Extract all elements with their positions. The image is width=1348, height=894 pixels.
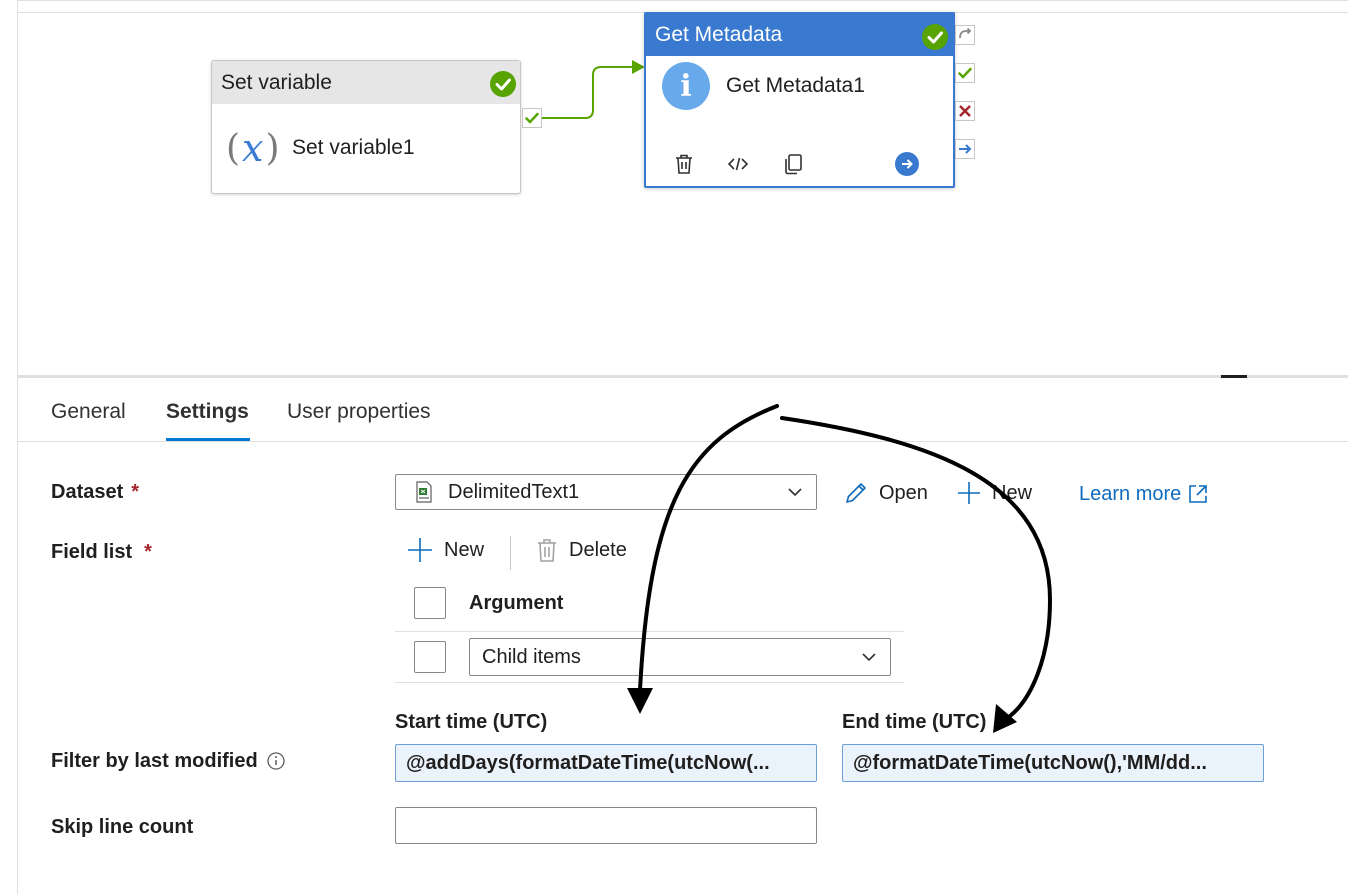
activity-name: Set variable1 <box>292 136 415 159</box>
open-label: Open <box>879 481 928 504</box>
check-icon <box>958 67 972 79</box>
skip-line-count-label: Skip line count <box>51 815 194 838</box>
set-variable-activity[interactable]: Set variable (x) Set variable1 <box>211 60 521 194</box>
filter-last-modified-label: Filter by last modified <box>51 748 286 774</box>
external-link-icon <box>1189 485 1208 503</box>
end-time-label: End time (UTC) <box>842 711 987 733</box>
success-check-icon <box>922 24 948 50</box>
tab-user-properties[interactable]: User properties <box>287 400 431 424</box>
argument-dropdown[interactable]: Child items <box>469 638 891 676</box>
new-label: New <box>992 481 1033 504</box>
select-all-checkbox[interactable] <box>414 587 446 619</box>
plus-icon <box>408 538 432 562</box>
learn-more-link[interactable]: Learn more <box>1079 481 1209 507</box>
csv-file-icon <box>416 481 432 503</box>
plus-icon <box>958 482 980 504</box>
code-icon[interactable] <box>725 150 751 178</box>
delete-field-button[interactable]: Delete <box>535 536 627 564</box>
activity-header: Set variable <box>212 61 520 104</box>
get-metadata-activity[interactable]: Get Metadata i Get Metadata1 <box>644 12 955 188</box>
argument-value: Child items <box>482 645 581 668</box>
pencil-icon <box>846 483 866 503</box>
required-asterisk: * <box>131 480 140 503</box>
x-icon <box>959 105 971 117</box>
success-check-icon <box>490 71 516 97</box>
variable-fx-icon: (x) <box>226 126 280 170</box>
copy-icon[interactable] <box>780 150 806 178</box>
delete-label: Delete <box>569 538 627 561</box>
end-time-input[interactable]: @formatDateTime(utcNow(),'MM/dd... <box>842 744 1264 782</box>
info-icon: i <box>662 62 710 110</box>
go-to-arrow-icon[interactable] <box>894 150 920 178</box>
chevron-down-icon <box>788 488 802 497</box>
tab-settings[interactable]: Settings <box>166 400 249 424</box>
delete-icon <box>538 539 556 562</box>
command-separator <box>510 536 511 570</box>
required-asterisk: * <box>144 540 152 563</box>
activity-type-label: Get Metadata <box>655 23 783 46</box>
new-label: New <box>444 538 485 561</box>
new-field-button[interactable]: New <box>406 536 484 564</box>
success-output-port[interactable] <box>522 108 542 128</box>
table-divider <box>395 631 904 632</box>
arrow-right-icon <box>959 144 972 154</box>
tab-general[interactable]: General <box>51 400 126 424</box>
success-output-port[interactable] <box>955 63 975 83</box>
properties-tabs: General Settings User properties <box>17 378 1348 442</box>
dataset-dropdown[interactable]: DelimitedText1 <box>395 474 817 510</box>
skip-arrow-icon <box>959 27 972 39</box>
delete-icon[interactable] <box>671 150 697 178</box>
dataset-value: DelimitedText1 <box>448 480 580 503</box>
activity-name: Get Metadata1 <box>726 74 865 97</box>
active-tab-indicator <box>166 438 250 441</box>
skip-line-count-input[interactable] <box>395 807 817 844</box>
row-checkbox[interactable] <box>414 641 446 673</box>
dataset-label: Dataset * <box>51 480 140 503</box>
activity-toolbar <box>646 150 953 180</box>
activity-header: Get Metadata <box>646 14 953 56</box>
activity-type-label: Set variable <box>221 70 332 94</box>
completion-output-port[interactable] <box>955 139 975 159</box>
info-circle-icon[interactable] <box>266 751 286 771</box>
panel-border <box>17 442 18 894</box>
failure-output-port[interactable] <box>955 101 975 121</box>
start-time-label: Start time (UTC) <box>395 711 548 733</box>
table-divider <box>395 682 904 683</box>
open-dataset-button[interactable]: Open <box>843 479 928 507</box>
chevron-down-icon <box>862 653 876 662</box>
skipped-output-port[interactable] <box>955 25 975 45</box>
start-time-input[interactable]: @addDays(formatDateTime(utcNow(... <box>395 744 817 782</box>
check-icon <box>525 112 539 124</box>
argument-column-header: Argument <box>469 592 564 614</box>
new-dataset-button[interactable]: New <box>956 479 1032 507</box>
field-list-label: Field list * <box>51 540 152 563</box>
